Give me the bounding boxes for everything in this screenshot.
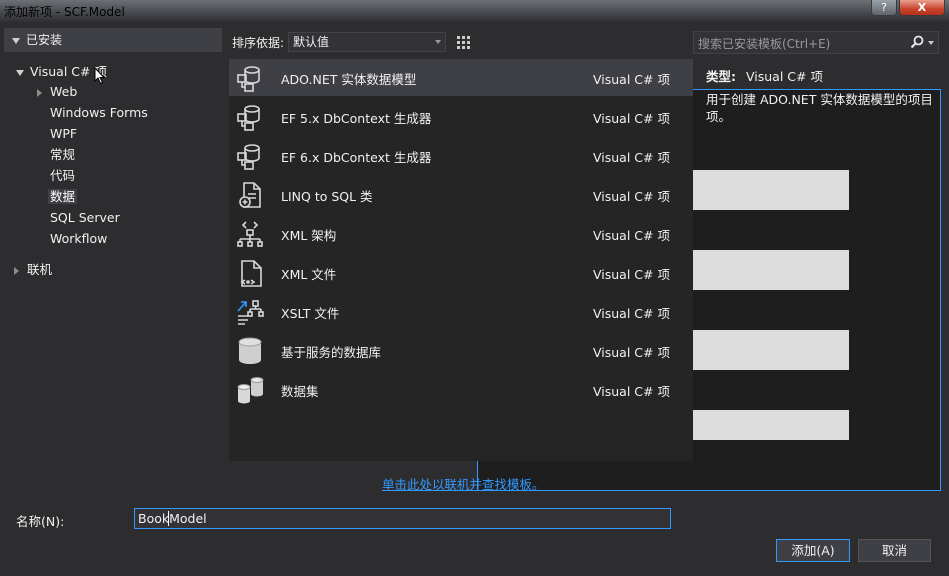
entity-model-icon (237, 66, 260, 92)
database-icon (238, 337, 262, 364)
template-row-xml-schema[interactable]: XML 架构 Visual C# 项 (229, 215, 693, 252)
type-label: 类型: (706, 69, 736, 84)
expand-arrow-icon (12, 37, 20, 44)
template-row-service-database[interactable]: 基于服务的数据库 Visual C# 项 (229, 332, 693, 369)
tree-item-label: 联机 (27, 262, 53, 277)
tree-item-label: 数据 (48, 189, 78, 204)
tree-item-label: Windows Forms (50, 105, 148, 120)
tree-item-windows-forms[interactable]: Windows Forms (50, 103, 148, 123)
template-name: XML 文件 (281, 267, 337, 282)
entity-model-icon (237, 105, 260, 131)
xslt-file-icon (237, 300, 264, 325)
sort-label: 排序依据: (232, 36, 285, 50)
template-name: EF 5.x DbContext 生成器 (281, 111, 432, 126)
installed-label: 已安装 (26, 33, 63, 47)
template-name: ADO.NET 实体数据模型 (281, 72, 417, 87)
tree-item-sql-server[interactable]: SQL Server (50, 208, 120, 228)
template-description: 用于创建 ADO.NET 实体数据模型的项目项。 (706, 92, 933, 124)
tree-item-label: 代码 (50, 168, 76, 183)
expand-arrow-icon (16, 69, 24, 76)
mouse-cursor-icon (94, 67, 106, 85)
template-language: Visual C# 项 (593, 228, 670, 243)
template-language: Visual C# 项 (593, 111, 670, 126)
template-name: LINQ to SQL 类 (281, 189, 373, 204)
tree-item-label: SQL Server (50, 210, 120, 225)
grid-view-icon[interactable] (453, 32, 473, 52)
template-name: XML 架构 (281, 228, 337, 243)
template-name: 基于服务的数据库 (281, 345, 382, 360)
template-language: Visual C# 项 (593, 384, 670, 399)
template-row-ef5[interactable]: EF 5.x DbContext 生成器 Visual C# 项 (229, 98, 693, 135)
name-input[interactable] (134, 508, 671, 529)
online-templates-link[interactable]: 单击此处以联机并查找模板。 (382, 474, 545, 493)
template-name: EF 6.x DbContext 生成器 (281, 150, 432, 165)
xml-schema-icon (237, 221, 263, 247)
template-row-ado-net[interactable]: ADO.NET 实体数据模型 Visual C# 项 (229, 59, 693, 96)
linq-sql-icon (239, 182, 261, 208)
template-row-ef6[interactable]: EF 6.x DbContext 生成器 Visual C# 项 (229, 137, 693, 174)
tree-item-code[interactable]: 代码 (50, 166, 75, 186)
name-label: 名称(N): (16, 514, 65, 529)
search-placeholder: 搜索已安装模板(Ctrl+E) (698, 37, 831, 51)
template-row-linq-to-sql[interactable]: LINQ to SQL 类 Visual C# 项 (229, 176, 693, 213)
template-list: ADO.NET 实体数据模型 Visual C# 项 EF 5.x DbCont… (229, 59, 693, 461)
template-language: Visual C# 项 (593, 345, 670, 360)
title-bar: 添加新项 - SCF.Model ? X (0, 0, 949, 22)
cancel-button[interactable]: 取消 (858, 539, 931, 562)
template-name: XSLT 文件 (281, 306, 340, 321)
template-language: Visual C# 项 (593, 150, 670, 165)
template-language: Visual C# 项 (593, 72, 670, 87)
tree-item-workflow[interactable]: Workflow (50, 229, 107, 249)
template-language: Visual C# 项 (593, 267, 670, 282)
template-row-xslt-file[interactable]: XSLT 文件 Visual C# 项 (229, 293, 693, 330)
tree-item-label: Workflow (50, 231, 108, 246)
search-box[interactable]: 搜索已安装模板(Ctrl+E) (693, 31, 939, 54)
dataset-icon (237, 377, 264, 404)
sort-dropdown[interactable]: 默认值 (288, 32, 446, 52)
template-name: 数据集 (281, 384, 319, 399)
tree-item-data[interactable]: 数据 (48, 187, 78, 207)
tree-item-online[interactable]: 联机 (14, 260, 52, 280)
chevron-down-icon (435, 40, 441, 44)
sort-value: 默认值 (293, 35, 330, 49)
tree-item-label: 常规 (50, 147, 76, 162)
tree-item-label: WPF (50, 126, 78, 141)
collapse-arrow-icon (37, 88, 42, 97)
template-row-xml-file[interactable]: XML 文件 Visual C# 项 (229, 254, 693, 291)
search-icon[interactable] (910, 35, 924, 49)
text-caret (168, 511, 169, 526)
sort-bar: 排序依据: 默认值 (226, 30, 941, 491)
template-language: Visual C# 项 (593, 189, 670, 204)
xml-file-icon (240, 260, 262, 287)
type-value: Visual C# 项 (746, 69, 823, 84)
chevron-down-icon[interactable] (928, 41, 934, 45)
close-button[interactable]: X (899, 0, 945, 16)
tree-item-general[interactable]: 常规 (50, 145, 75, 165)
window-title: 添加新项 - SCF.Model (4, 5, 125, 19)
type-line: 类型: Visual C# 项 (706, 66, 823, 85)
tree-item-wpf[interactable]: WPF (50, 124, 77, 144)
installed-header[interactable]: 已安装 (4, 28, 222, 52)
entity-model-icon (237, 144, 260, 170)
add-button[interactable]: 添加(A) (776, 539, 850, 562)
template-language: Visual C# 项 (593, 306, 670, 321)
collapse-arrow-icon (14, 266, 19, 275)
help-button[interactable]: ? (871, 0, 897, 16)
template-row-dataset[interactable]: 数据集 Visual C# 项 (229, 371, 693, 408)
tree-item-label: Web (50, 84, 78, 99)
tree-item-web[interactable]: Web (37, 82, 77, 102)
